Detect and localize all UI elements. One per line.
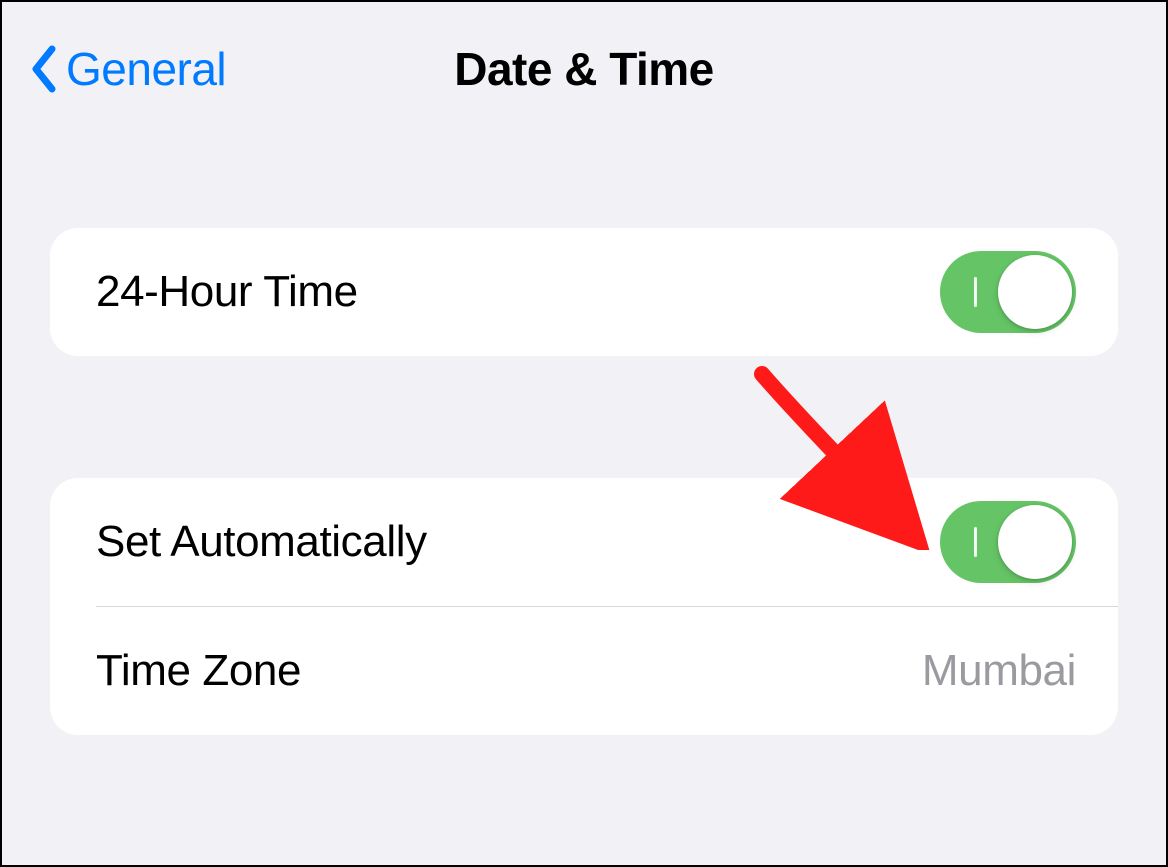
row-label: 24-Hour Time — [96, 267, 358, 317]
toggle-on-indicator-icon — [974, 527, 977, 557]
row-set-automatically[interactable]: Set Automatically — [50, 478, 1118, 606]
set-automatically-toggle[interactable] — [940, 501, 1076, 583]
row-24-hour-time[interactable]: 24-Hour Time — [50, 228, 1118, 356]
back-button[interactable]: General — [30, 42, 226, 96]
row-time-zone[interactable]: Time Zone Mumbai — [50, 607, 1118, 735]
settings-group-2: Set Automatically Time Zone Mumbai — [50, 478, 1118, 735]
toggle-knob-icon — [998, 505, 1072, 579]
time-zone-value: Mumbai — [922, 646, 1076, 696]
back-label: General — [66, 42, 226, 96]
row-label: Set Automatically — [96, 517, 427, 567]
toggle-on-indicator-icon — [974, 277, 977, 307]
settings-group-1: 24-Hour Time — [50, 228, 1118, 356]
24-hour-time-toggle[interactable] — [940, 251, 1076, 333]
nav-bar: General Date & Time — [2, 2, 1166, 112]
chevron-left-icon — [30, 45, 58, 93]
row-label: Time Zone — [96, 646, 301, 696]
toggle-knob-icon — [998, 255, 1072, 329]
